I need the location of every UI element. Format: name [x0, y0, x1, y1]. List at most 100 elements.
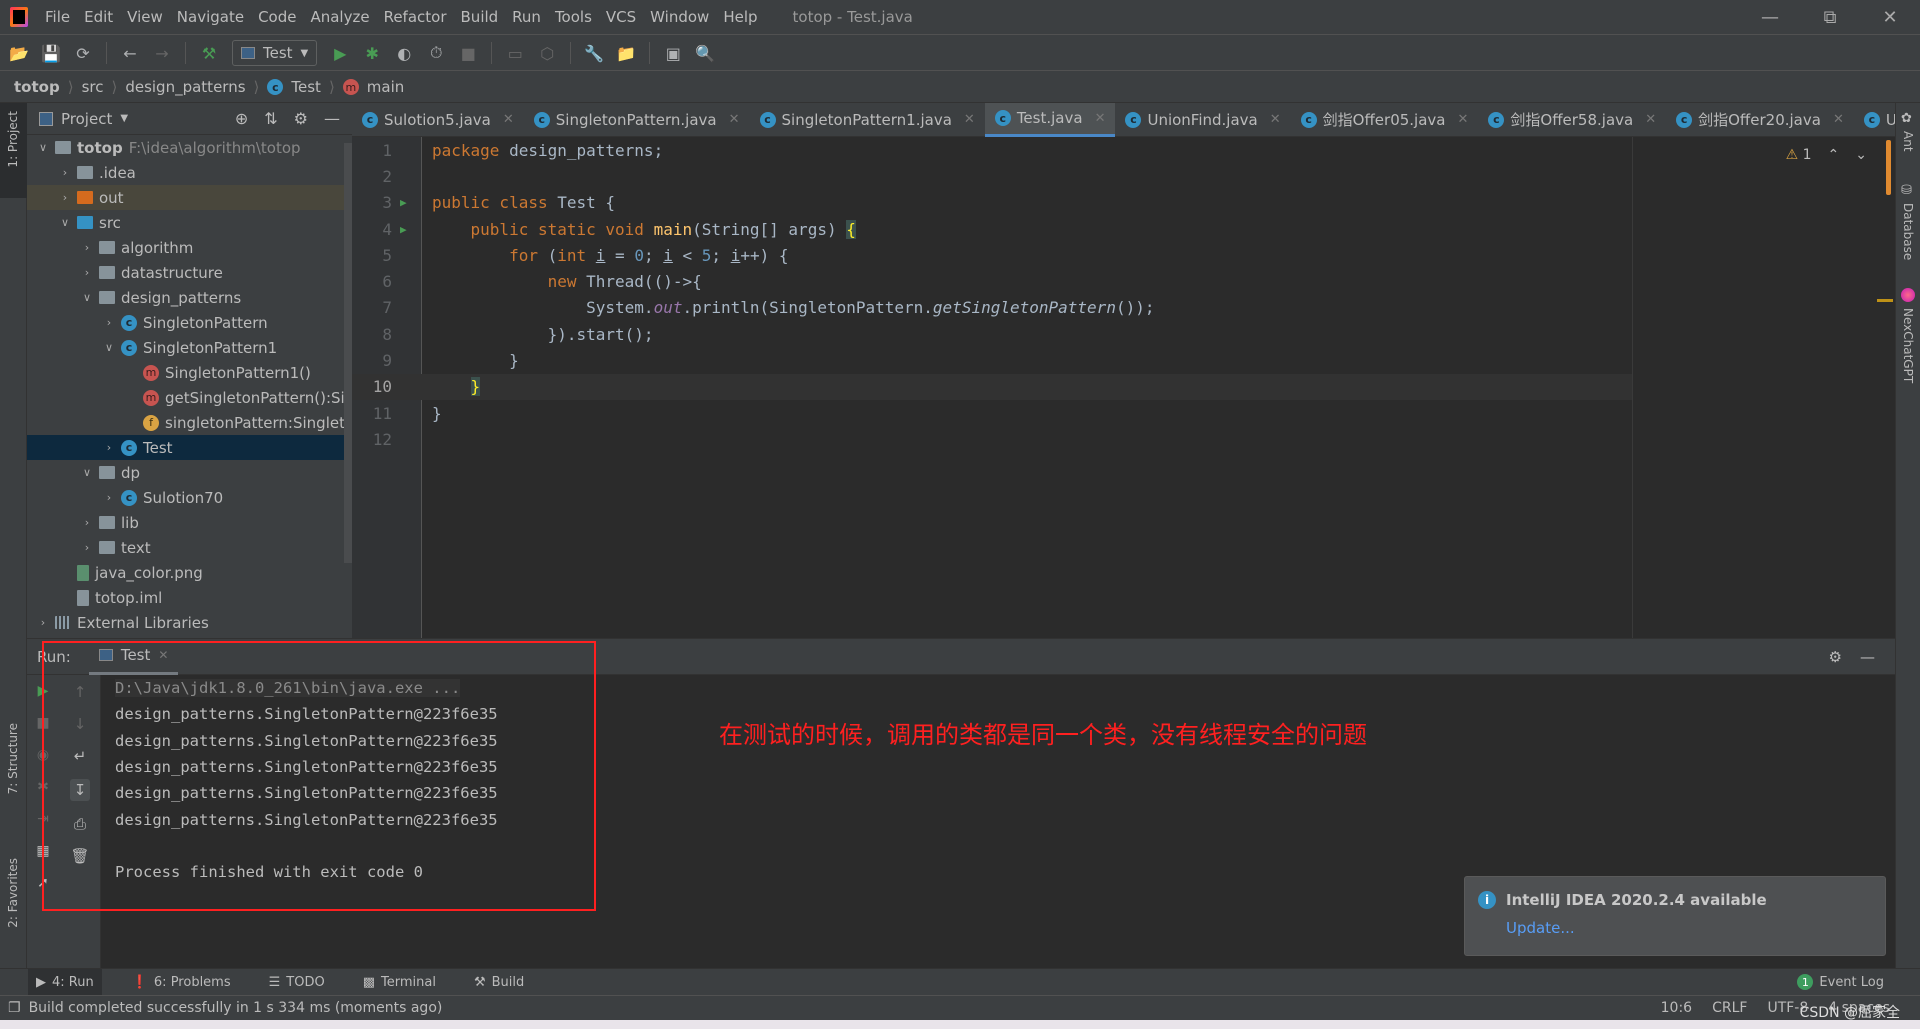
- expand-chevron-icon[interactable]: ∨: [103, 341, 115, 354]
- code-line[interactable]: 6 new Thread(()->{: [352, 268, 1632, 294]
- editor-tab[interactable]: c 剑指Offer58.java ✕: [1478, 103, 1666, 137]
- tree-item[interactable]: › lib: [27, 510, 352, 535]
- hide-icon[interactable]: —: [1860, 648, 1875, 666]
- locate-icon[interactable]: ⊕: [235, 109, 248, 128]
- menu-help[interactable]: Help: [716, 8, 764, 26]
- code-line[interactable]: 8 }).start();: [352, 321, 1632, 347]
- editor-scrollbar[interactable]: [1886, 140, 1891, 195]
- close-tab-icon[interactable]: ✕: [1270, 112, 1281, 127]
- run-gutter-icon[interactable]: ▶: [400, 223, 414, 236]
- tool-window-run[interactable]: ▶ 4: Run: [28, 968, 102, 996]
- menu-build[interactable]: Build: [454, 8, 506, 26]
- menu-run[interactable]: Run: [505, 8, 548, 26]
- tree-item[interactable]: totop.iml: [27, 585, 352, 610]
- favorites-stripe-label[interactable]: 2: Favorites: [6, 858, 20, 928]
- run-gutter-icon[interactable]: ▶: [400, 196, 414, 209]
- tree-item[interactable]: › text: [27, 535, 352, 560]
- previous-highlight-icon[interactable]: ⌃: [1828, 147, 1840, 163]
- build-hammer-icon[interactable]: ⚒: [200, 44, 218, 63]
- settings-wrench-icon[interactable]: 🔧: [584, 44, 604, 63]
- collapse-all-icon[interactable]: ⇅: [264, 109, 277, 128]
- menu-edit[interactable]: Edit: [77, 8, 120, 26]
- forward-icon[interactable]: →: [153, 44, 171, 63]
- tree-item[interactable]: m getSingletonPattern():SingletonPattern1: [27, 385, 352, 410]
- expand-chevron-icon[interactable]: ∨: [37, 141, 49, 154]
- tree-scrollbar[interactable]: [344, 143, 352, 563]
- restore-button[interactable]: ⧉: [1800, 0, 1860, 35]
- event-log-button[interactable]: 1 Event Log: [1789, 969, 1892, 996]
- menu-code[interactable]: Code: [251, 8, 303, 26]
- editor-tab[interactable]: c 剑指Offer05.java ✕: [1291, 103, 1479, 137]
- tool-window-build[interactable]: ⚒ Build: [466, 969, 532, 996]
- breadcrumb-class[interactable]: Test: [291, 78, 321, 96]
- save-icon[interactable]: 💾: [41, 44, 61, 63]
- close-tab-icon[interactable]: ✕: [1457, 112, 1468, 127]
- status-message[interactable]: Build completed successfully in 1 s 334 …: [29, 1000, 443, 1016]
- close-tab-icon[interactable]: ✕: [1833, 112, 1844, 127]
- structure-stripe-label[interactable]: 7: Structure: [6, 723, 20, 794]
- code-line[interactable]: 4 ▶ public static void main(String[] args…: [352, 216, 1632, 242]
- tree-item[interactable]: › c SingletonPattern: [27, 310, 352, 335]
- editor-tab[interactable]: c SingletonPattern1.java ✕: [750, 103, 985, 137]
- breadcrumb-method[interactable]: main: [367, 78, 404, 96]
- menu-window[interactable]: Window: [643, 8, 716, 26]
- tree-item[interactable]: ∨ totop F:\idea\algorithm\totop: [27, 135, 352, 160]
- tree-item[interactable]: ∨ design_patterns: [27, 285, 352, 310]
- database-stripe-label[interactable]: Database: [1901, 203, 1915, 260]
- close-tab-icon[interactable]: ✕: [1095, 111, 1106, 126]
- expand-chevron-icon[interactable]: ›: [59, 166, 71, 179]
- expand-chevron-icon[interactable]: ›: [103, 441, 115, 454]
- project-stripe-button[interactable]: 1: Project: [0, 103, 27, 198]
- run-config-select[interactable]: Test ▼: [232, 40, 318, 66]
- tree-item[interactable]: › c Sulotion70: [27, 485, 352, 510]
- menu-analyze[interactable]: Analyze: [303, 8, 376, 26]
- close-tab-icon[interactable]: ✕: [964, 112, 975, 127]
- breadcrumb-src[interactable]: src: [82, 78, 104, 96]
- profile-icon[interactable]: ⏱: [427, 43, 445, 62]
- code-line[interactable]: 12: [352, 426, 1632, 452]
- code-line[interactable]: 1 package design_patterns;: [352, 137, 1632, 163]
- close-tab-icon[interactable]: ✕: [503, 112, 514, 127]
- tree-item[interactable]: f singletonPattern:SingletonPattern1: [27, 410, 352, 435]
- tree-item[interactable]: › c Test: [27, 435, 352, 460]
- menu-tools[interactable]: Tools: [548, 8, 599, 26]
- code-line[interactable]: 7 System.out.println(SingletonPattern.ge…: [352, 295, 1632, 321]
- close-button[interactable]: ✕: [1860, 0, 1920, 35]
- warning-marker[interactable]: [1877, 299, 1893, 302]
- ant-stripe-label[interactable]: Ant: [1901, 131, 1915, 152]
- editor-tab[interactable]: c UnionFind.java ✕: [1115, 103, 1290, 137]
- code-line[interactable]: 3 ▶ public class Test {: [352, 190, 1632, 216]
- tool-window-problems[interactable]: ❗ 6: Problems: [124, 969, 239, 996]
- sync-icon[interactable]: ⟳: [74, 44, 92, 63]
- editor-tab[interactable]: c Test.java ✕: [984, 102, 1116, 137]
- gear-icon[interactable]: ⚙: [294, 109, 308, 128]
- project-structure-icon[interactable]: 📁: [616, 44, 636, 63]
- debug-icon[interactable]: ✱: [363, 44, 381, 63]
- menu-view[interactable]: View: [120, 8, 170, 26]
- back-icon[interactable]: ←: [121, 44, 139, 63]
- close-tab-icon[interactable]: ✕: [729, 112, 740, 127]
- code-area[interactable]: 1 package design_patterns; 2 3 ▶ public class…: [352, 137, 1632, 638]
- chevron-down-icon[interactable]: ▼: [120, 113, 128, 124]
- project-title[interactable]: Project: [61, 110, 112, 128]
- run-icon[interactable]: ▶: [331, 44, 349, 63]
- search-icon[interactable]: 🔍: [695, 44, 715, 63]
- code-line[interactable]: 10 }: [352, 373, 1632, 400]
- editor-tab[interactable]: c Sulotion5.java ✕: [352, 103, 524, 137]
- expand-chevron-icon[interactable]: ›: [81, 266, 93, 279]
- tree-item[interactable]: › algorithm: [27, 235, 352, 260]
- tree-item[interactable]: › External Libraries: [27, 610, 352, 635]
- expand-chevron-icon[interactable]: ∨: [81, 466, 93, 479]
- menu-file[interactable]: File: [38, 8, 77, 26]
- expand-chevron-icon[interactable]: ›: [81, 516, 93, 529]
- tree-item[interactable]: m SingletonPattern1(): [27, 360, 352, 385]
- code-line[interactable]: 2: [352, 163, 1632, 189]
- code-line[interactable]: 5 for (int i = 0; i < 5; i++) {: [352, 242, 1632, 268]
- minimize-button[interactable]: —: [1740, 0, 1800, 35]
- tree-item[interactable]: › out: [27, 185, 352, 210]
- status-icon[interactable]: ❐: [8, 1000, 21, 1016]
- caret-position[interactable]: 10:6: [1661, 1000, 1692, 1016]
- menu-vcs[interactable]: VCS: [599, 8, 643, 26]
- expand-chevron-icon[interactable]: ›: [81, 541, 93, 554]
- project-stripe-label[interactable]: 1: Project: [6, 111, 20, 168]
